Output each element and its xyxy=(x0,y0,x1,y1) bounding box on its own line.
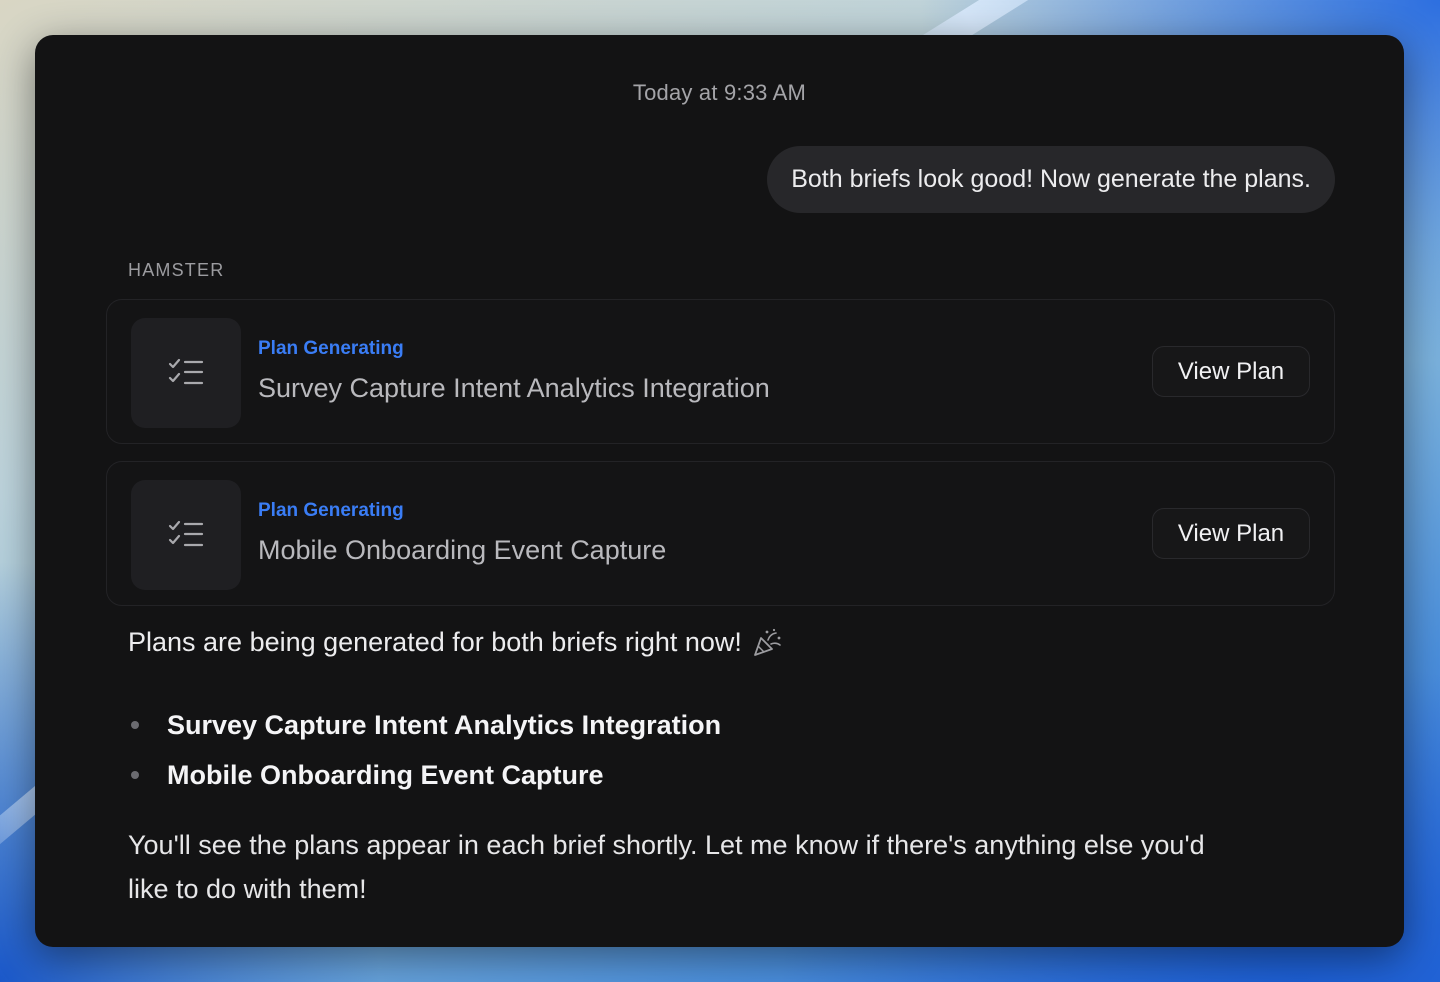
list-item-text: Survey Capture Intent Analytics Integrat… xyxy=(167,710,722,740)
view-plan-button[interactable]: View Plan xyxy=(1152,508,1310,559)
checklist-icon xyxy=(131,480,241,590)
reply-intro: Plans are being generated for both brief… xyxy=(128,627,782,658)
plan-card: Plan Generating Survey Capture Intent An… xyxy=(106,299,1335,444)
reply-intro-text: Plans are being generated for both brief… xyxy=(128,627,742,657)
list-item: Survey Capture Intent Analytics Integrat… xyxy=(128,700,721,750)
assistant-sender-label: HAMSTER xyxy=(128,260,225,280)
party-popper-icon xyxy=(752,628,782,658)
list-item-text: Mobile Onboarding Event Capture xyxy=(167,760,604,790)
plan-status-label: Plan Generating xyxy=(258,338,404,359)
list-item: Mobile Onboarding Event Capture xyxy=(128,750,721,800)
chat-window: Today at 9:33 AM Both briefs look good! … xyxy=(35,35,1404,947)
checklist-icon xyxy=(131,318,241,428)
user-message-bubble: Both briefs look good! Now generate the … xyxy=(767,146,1335,213)
plan-card: Plan Generating Mobile Onboarding Event … xyxy=(106,461,1335,606)
view-plan-button[interactable]: View Plan xyxy=(1152,346,1310,397)
reply-bullet-list: Survey Capture Intent Analytics Integrat… xyxy=(128,700,721,800)
plan-title: Mobile Onboarding Event Capture xyxy=(258,535,667,565)
plan-title: Survey Capture Intent Analytics Integrat… xyxy=(258,373,770,403)
bullet-dot xyxy=(131,721,139,729)
message-timestamp: Today at 9:33 AM xyxy=(632,80,807,105)
plan-status-label: Plan Generating xyxy=(258,500,404,521)
reply-closing: You'll see the plans appear in each brie… xyxy=(128,830,1205,904)
bullet-dot xyxy=(131,771,139,779)
